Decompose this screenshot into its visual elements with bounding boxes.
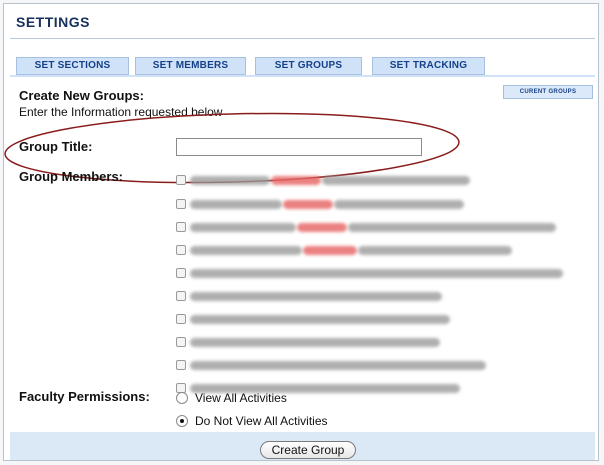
group-members-label: Group Members: xyxy=(19,169,124,184)
member-row[interactable] xyxy=(176,196,464,212)
do-not-view-all-label: Do Not View All Activities xyxy=(195,414,328,428)
member-checkbox[interactable] xyxy=(176,268,186,278)
member-checkbox[interactable] xyxy=(176,360,186,370)
member-checkbox[interactable] xyxy=(176,222,186,232)
view-all-activities-option[interactable]: View All Activities xyxy=(176,391,287,405)
member-checkbox[interactable] xyxy=(176,245,186,255)
member-row[interactable] xyxy=(176,172,470,188)
tab-set-tracking[interactable]: SET TRACKING xyxy=(372,57,485,75)
member-row[interactable] xyxy=(176,288,442,304)
title-divider xyxy=(10,38,595,39)
create-groups-heading: Create New Groups: xyxy=(19,88,144,103)
member-row[interactable] xyxy=(176,311,450,327)
group-title-label: Group Title: xyxy=(19,139,93,154)
view-all-radio[interactable] xyxy=(176,392,188,404)
member-checkbox[interactable] xyxy=(176,291,186,301)
member-checkbox[interactable] xyxy=(176,337,186,347)
current-groups-button[interactable]: CURENT GROUPS xyxy=(503,85,593,99)
faculty-permissions-label: Faculty Permissions: xyxy=(19,389,150,404)
group-title-input[interactable] xyxy=(176,138,422,156)
member-checkbox[interactable] xyxy=(176,314,186,324)
do-not-view-all-option[interactable]: Do Not View All Activities xyxy=(176,414,328,428)
member-row[interactable] xyxy=(176,265,563,281)
tab-set-groups[interactable]: SET GROUPS xyxy=(255,57,362,75)
do-not-view-all-radio[interactable] xyxy=(176,415,188,427)
member-checkbox[interactable] xyxy=(176,175,186,185)
tab-set-members[interactable]: SET MEMBERS xyxy=(135,57,246,75)
member-checkbox[interactable] xyxy=(176,199,186,209)
member-row[interactable] xyxy=(176,219,556,235)
member-row[interactable] xyxy=(176,334,440,350)
create-group-button[interactable]: Create Group xyxy=(260,441,356,459)
tab-underline xyxy=(10,75,595,77)
view-all-label: View All Activities xyxy=(195,391,287,405)
instructions-text: Enter the Information requested below xyxy=(19,105,223,119)
member-row[interactable] xyxy=(176,242,512,258)
tab-set-sections[interactable]: SET SECTIONS xyxy=(16,57,129,75)
page-title: SETTINGS xyxy=(16,14,91,30)
member-row[interactable] xyxy=(176,357,486,373)
